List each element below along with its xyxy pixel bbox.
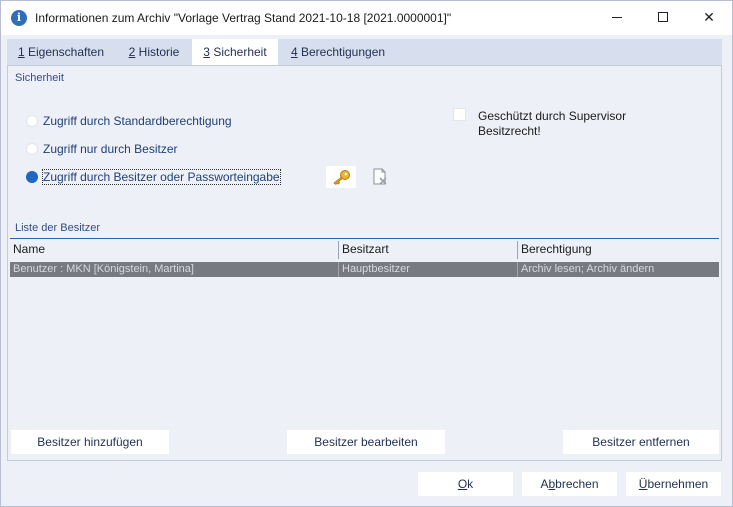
- security-section-label: Sicherheit: [15, 72, 64, 84]
- close-button[interactable]: ✕: [686, 1, 732, 34]
- radio-owner-or-password-label[interactable]: Zugriff durch Besitzer oder Passworteing…: [42, 169, 281, 185]
- tab-berechtigungen[interactable]: 4 Berechtigungen: [285, 39, 391, 65]
- delete-password-button[interactable]: [369, 166, 391, 188]
- window-title: Informationen zum Archiv "Vorlage Vertra…: [35, 11, 452, 25]
- column-header-berechtigung[interactable]: Berechtigung: [518, 239, 718, 260]
- tab-historie[interactable]: 2 Historie: [121, 39, 187, 65]
- set-password-button[interactable]: [326, 166, 356, 188]
- tab-strip: 1 Eigenschaften 2 Historie 3 Sicherheit …: [7, 39, 722, 65]
- apply-button[interactable]: Übernehmen: [626, 472, 721, 496]
- title-bar[interactable]: i Informationen zum Archiv "Vorlage Vert…: [1, 1, 732, 35]
- tab-sicherheit[interactable]: 3 Sicherheit: [192, 39, 278, 65]
- info-icon: i: [11, 10, 27, 26]
- maximize-button[interactable]: [640, 1, 686, 34]
- owners-section-label: Liste der Besitzer: [15, 222, 100, 234]
- tab-eigenschaften[interactable]: 1 Eigenschaften: [13, 39, 109, 65]
- minimize-button[interactable]: [594, 1, 640, 34]
- dialog-window: i Informationen zum Archiv "Vorlage Vert…: [0, 0, 733, 507]
- maximize-icon: [658, 12, 668, 22]
- key-icon: [333, 170, 350, 185]
- add-owner-button[interactable]: Besitzer hinzufügen: [11, 430, 169, 454]
- cell-name: Benutzer : MKN [Königstein, Martina]: [13, 263, 194, 275]
- remove-owner-button[interactable]: Besitzer entfernen: [563, 430, 719, 454]
- radio-owner-or-password[interactable]: [26, 171, 38, 183]
- minimize-icon: [612, 17, 622, 18]
- supervisor-checkbox-label[interactable]: Geschützt durch Supervisor Besitzrecht!: [478, 109, 648, 139]
- owners-list[interactable]: Name Besitzart Berechtigung Benutzer : M…: [10, 238, 719, 418]
- close-icon: ✕: [703, 9, 715, 25]
- cancel-button[interactable]: Abbrechen: [522, 472, 617, 496]
- edit-owner-button[interactable]: Besitzer bearbeiten: [287, 430, 445, 454]
- column-header-besitzart[interactable]: Besitzart: [339, 239, 517, 260]
- radio-standard-access-label[interactable]: Zugriff durch Standardberechtigung: [43, 114, 232, 128]
- owners-list-header: Name Besitzart Berechtigung: [10, 238, 719, 260]
- ok-button[interactable]: Ok: [418, 472, 513, 496]
- table-row[interactable]: Benutzer : MKN [Königstein, Martina] Hau…: [10, 262, 719, 277]
- supervisor-checkbox[interactable]: [453, 108, 466, 121]
- column-header-name[interactable]: Name: [10, 239, 338, 260]
- security-panel: Sicherheit Zugriff durch Standardberecht…: [7, 65, 722, 461]
- cell-besitzart: Hauptbesitzer: [342, 263, 410, 275]
- radio-standard-access[interactable]: [26, 115, 38, 127]
- document-delete-icon: [373, 168, 387, 185]
- radio-owner-only[interactable]: [26, 143, 38, 155]
- radio-owner-only-label[interactable]: Zugriff nur durch Besitzer: [43, 142, 178, 156]
- cell-berechtigung: Archiv lesen; Archiv ändern: [521, 263, 655, 275]
